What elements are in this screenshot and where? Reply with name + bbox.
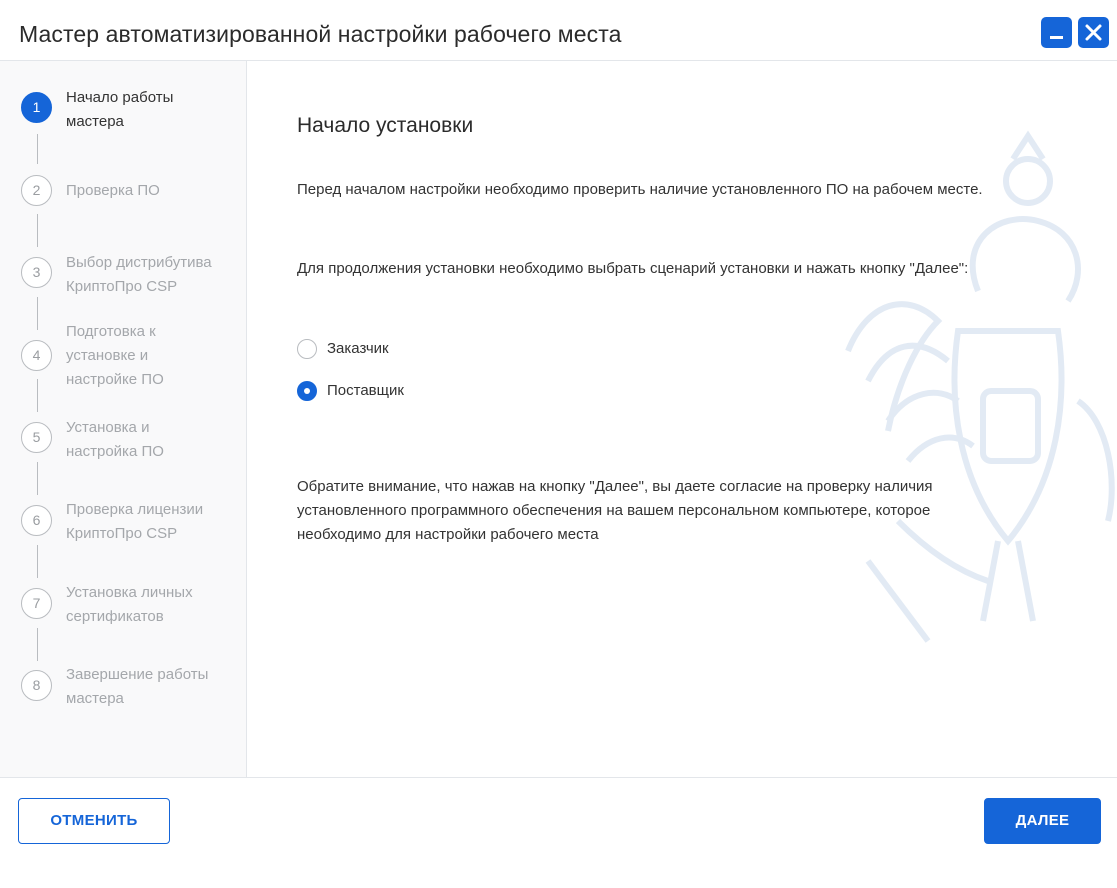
step-label: Подготовка к установке и настройке ПО [66,323,164,388]
minimize-icon [1050,36,1063,39]
step-number-badge: 2 [21,175,52,206]
step-connector [37,134,38,164]
step-connector [37,545,38,578]
step-number-badge: 8 [21,670,52,701]
step-number-badge: 6 [21,505,52,536]
close-icon [1085,24,1102,41]
step-label: Установка личных сертификатов [66,584,193,625]
next-button[interactable]: ДАЛЕЕ [984,798,1101,844]
step-number-badge: 7 [21,588,52,619]
step-label: Установка и настройка ПО [66,419,164,460]
step-connector [37,214,38,247]
step-label: Проверка лицензии КриптоПро CSP [66,501,204,542]
wizard-footer: ОТМЕНИТЬ ДАЛЕЕ [0,777,1117,888]
step-label: Выбор дистрибутива КриптоПро CSP [66,254,212,295]
radio-label: Поставщик [327,382,404,399]
step-number-badge: 5 [21,422,52,453]
radio-label: Заказчик [327,340,389,357]
radio-option-customer[interactable]: Заказчик [297,337,517,361]
instruction-text: Для продолжения установки необходимо выб… [297,260,969,277]
step-connector [37,628,38,661]
radio-button-icon [297,381,317,401]
wizard-content: Начало установки Перед началом настройки… [248,61,1117,777]
step-number-badge: 1 [21,92,52,123]
minimize-button[interactable] [1041,17,1072,48]
step-label: Начало работы мастера [66,89,174,130]
close-button[interactable] [1078,17,1109,48]
radio-button-icon [297,339,317,359]
window-title: Мастер автоматизированной настройки рабо… [19,21,622,47]
step-number-badge: 3 [21,257,52,288]
step-connector [37,462,38,495]
wizard-steps-sidebar: 1 Начало работы мастера 2 Проверка ПО 3 … [0,61,247,777]
step-connector [37,379,38,412]
consent-notice: Обратите внимание, что нажав на кнопку "… [297,478,933,543]
radio-option-supplier[interactable]: Поставщик [297,379,517,403]
step-label: Проверка ПО [66,182,160,199]
step-connector [37,297,38,330]
intro-text: Перед началом настройки необходимо прове… [297,181,983,198]
title-bar: Мастер автоматизированной настройки рабо… [0,0,1117,61]
step-number-badge: 4 [21,340,52,371]
step-label: Завершение работы мастера [66,666,209,707]
page-title: Начало установки [297,114,474,137]
cancel-button[interactable]: ОТМЕНИТЬ [18,798,170,844]
